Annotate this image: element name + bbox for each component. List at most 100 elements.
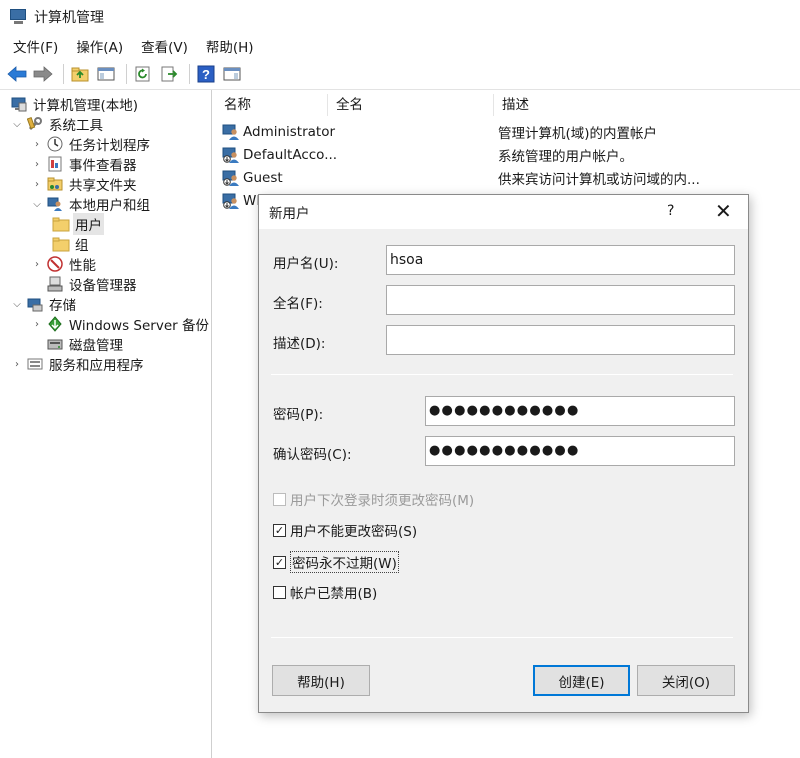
computer-management-icon xyxy=(10,96,28,112)
tree-item-disk-management[interactable]: 磁盘管理 xyxy=(0,334,211,354)
cannot-change-password-checkbox[interactable]: ✓ xyxy=(273,523,286,537)
backup-icon xyxy=(46,316,64,332)
close-button[interactable]: 关闭(O) xyxy=(637,665,735,696)
user-description: 系统管理的用户帐户。 xyxy=(498,148,633,165)
show-hide-console-tree-icon[interactable] xyxy=(95,63,117,85)
user-disabled-icon xyxy=(222,193,240,209)
description-field[interactable] xyxy=(386,325,735,355)
tree-item-groups[interactable]: 组 xyxy=(0,234,211,254)
user-description: 供来宾访问计算机或访问域的内... xyxy=(498,171,700,188)
tree-item-storage[interactable]: ⌵ 存储 xyxy=(0,294,211,314)
new-user-dialog: 新用户 ? ✕ 用户名(U): hsoa 全名(F): 描述(D): 密码(P)… xyxy=(258,194,749,713)
back-arrow-icon[interactable] xyxy=(6,63,28,85)
chevron-right-icon[interactable]: › xyxy=(30,137,44,151)
tree-item-shared-folders[interactable]: › 共享文件夹 xyxy=(0,174,211,194)
username-label: 用户名(U): xyxy=(273,256,339,272)
list-item[interactable]: Administrator 管理计算机(域)的内置帐户 xyxy=(216,120,800,143)
separator xyxy=(271,374,733,375)
shared-folder-icon xyxy=(46,176,64,192)
user-description: 管理计算机(域)的内置帐户 xyxy=(498,125,658,142)
column-description[interactable]: 描述 xyxy=(494,94,714,116)
services-icon xyxy=(26,356,44,372)
menu-file[interactable]: 文件(F) xyxy=(4,36,67,56)
tree-item-task-scheduler[interactable]: › 任务计划程序 xyxy=(0,134,211,154)
must-change-password-checkbox xyxy=(273,492,286,506)
event-viewer-icon xyxy=(46,156,64,172)
folder-icon xyxy=(52,236,70,252)
device-manager-icon xyxy=(46,276,64,292)
tree-item-users[interactable]: 用户 xyxy=(0,213,211,235)
account-disabled-checkbox[interactable] xyxy=(273,585,286,599)
chevron-right-icon[interactable]: › xyxy=(30,257,44,271)
chevron-right-icon[interactable]: › xyxy=(30,157,44,171)
disk-icon xyxy=(46,336,64,352)
users-group-icon xyxy=(46,196,64,212)
chevron-right-icon[interactable]: › xyxy=(10,357,24,371)
password-label: 密码(P): xyxy=(273,407,324,423)
tree-item-services-apps[interactable]: › 服务和应用程序 xyxy=(0,354,211,374)
menu-help[interactable]: 帮助(H) xyxy=(197,36,263,56)
description-label: 描述(D): xyxy=(273,336,326,352)
column-fullname[interactable]: 全名 xyxy=(328,94,494,116)
must-change-password-option: 用户下次登录时须更改密码(M) xyxy=(273,489,474,509)
separator xyxy=(271,637,733,638)
dialog-title: 新用户 xyxy=(269,206,310,222)
clock-icon xyxy=(46,136,64,152)
refresh-icon[interactable] xyxy=(132,63,154,85)
account-disabled-option[interactable]: 帐户已禁用(B) xyxy=(273,582,377,602)
help-icon[interactable]: ? xyxy=(195,63,217,85)
fullname-label: 全名(F): xyxy=(273,296,323,312)
svg-text:?: ? xyxy=(202,67,210,82)
user-disabled-icon xyxy=(222,170,240,186)
tree-item-windows-backup[interactable]: › Windows Server 备份 xyxy=(0,314,211,334)
list-header: 名称 全名 描述 xyxy=(216,90,800,120)
forward-arrow-icon[interactable] xyxy=(32,63,54,85)
performance-icon xyxy=(46,256,64,272)
folder-icon xyxy=(52,216,70,232)
fullname-field[interactable] xyxy=(386,285,735,315)
toolbar-separator xyxy=(126,63,127,84)
confirm-password-field[interactable]: ●●●●●●●●●●●● xyxy=(425,436,735,466)
computer-management-icon xyxy=(10,9,28,25)
help-button[interactable]: 帮助(H) xyxy=(272,665,370,696)
confirm-password-label: 确认密码(C): xyxy=(273,447,352,463)
storage-icon xyxy=(26,296,44,312)
tree-item-system-tools[interactable]: ⌵ 系统工具 xyxy=(0,114,211,134)
chevron-down-icon[interactable]: ⌵ xyxy=(10,297,24,311)
user-disabled-icon xyxy=(222,147,240,163)
password-field[interactable]: ●●●●●●●●●●●● xyxy=(425,396,735,426)
toolbar-separator xyxy=(63,63,64,84)
menu-view[interactable]: 查看(V) xyxy=(132,36,197,56)
menu-action[interactable]: 操作(A) xyxy=(67,36,132,56)
user-name: Guest xyxy=(243,169,283,186)
tree-item-device-manager[interactable]: 设备管理器 xyxy=(0,274,211,294)
list-item[interactable]: DefaultAcco... 系统管理的用户帐户。 xyxy=(216,143,800,166)
chevron-down-icon[interactable]: ⌵ xyxy=(30,197,44,211)
up-folder-icon[interactable] xyxy=(69,63,91,85)
tree-item-event-viewer[interactable]: › 事件查看器 xyxy=(0,154,211,174)
show-hide-action-pane-icon[interactable] xyxy=(221,63,243,85)
user-icon xyxy=(222,124,240,140)
chevron-down-icon[interactable]: ⌵ xyxy=(10,117,24,131)
cannot-change-password-option[interactable]: ✓ 用户不能更改密码(S) xyxy=(273,520,417,540)
password-never-expires-option[interactable]: ✓ 密码永不过期(W) xyxy=(273,551,399,573)
help-question-icon[interactable]: ? xyxy=(667,203,674,219)
console-tree: 计算机管理(本地) ⌵ 系统工具 › 任务计划程序 › 事件查看器 › 共享文件… xyxy=(0,90,212,758)
tree-item-local-users-groups[interactable]: ⌵ 本地用户和组 xyxy=(0,194,211,214)
toolbar: ? xyxy=(0,58,800,90)
export-list-icon[interactable] xyxy=(158,63,180,85)
user-name: DefaultAcco... xyxy=(243,146,338,163)
tree-item-computer-management[interactable]: 计算机管理(本地) xyxy=(0,94,211,114)
create-button[interactable]: 创建(E) xyxy=(533,665,630,696)
username-field[interactable]: hsoa xyxy=(386,245,735,275)
close-icon[interactable]: ✕ xyxy=(715,200,732,222)
list-item[interactable]: Guest 供来宾访问计算机或访问域的内... xyxy=(216,166,800,189)
chevron-right-icon[interactable]: › xyxy=(30,177,44,191)
column-name[interactable]: 名称 xyxy=(216,94,328,116)
dialog-title-bar: 新用户 ? ✕ xyxy=(259,195,748,229)
menu-bar: 文件(F) 操作(A) 查看(V) 帮助(H) xyxy=(0,34,800,58)
title-bar: 计算机管理 xyxy=(0,0,800,34)
chevron-right-icon[interactable]: › xyxy=(30,317,44,331)
tree-item-performance[interactable]: › 性能 xyxy=(0,254,211,274)
password-never-expires-checkbox[interactable]: ✓ xyxy=(273,555,286,569)
